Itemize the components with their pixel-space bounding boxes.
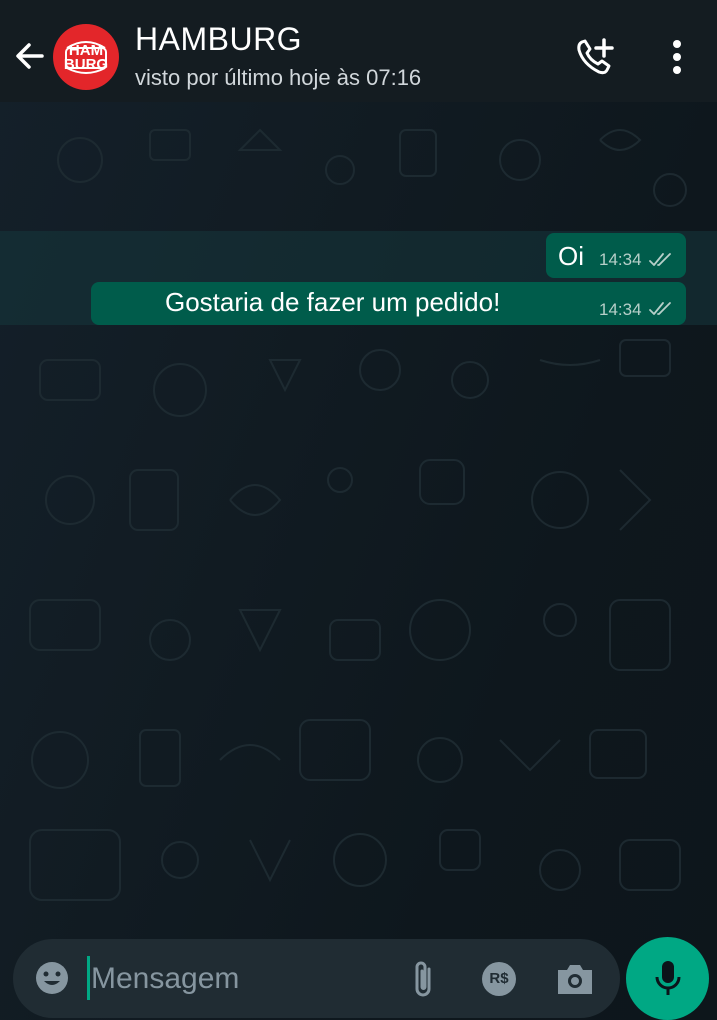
chat-header: HAM BURG HAMBURG visto por último hoje à… <box>0 0 717 102</box>
message-composer: R$ <box>13 939 620 1018</box>
smiley-icon <box>36 962 68 994</box>
emoji-button[interactable] <box>33 959 71 997</box>
chat-title[interactable]: HAMBURG <box>135 20 302 58</box>
message-time: 14:34 <box>599 250 642 269</box>
paperclip-icon <box>415 961 431 997</box>
back-button[interactable] <box>10 36 50 76</box>
avatar[interactable]: HAM BURG <box>53 24 119 90</box>
message-time: 14:34 <box>599 300 642 319</box>
message-bubble-outgoing[interactable]: Gostaria de fazer um pedido! 14:34 <box>91 282 686 325</box>
hamburg-logo: HAM BURG <box>61 34 111 80</box>
payment-button[interactable]: R$ <box>479 959 519 999</box>
message-bubble-outgoing[interactable]: Oi 14:34 <box>546 233 686 278</box>
arrow-left-icon <box>16 43 44 69</box>
more-vert-icon <box>673 40 681 74</box>
chat-wallpaper <box>0 0 717 1020</box>
logo-text-bottom: BURG <box>63 56 109 73</box>
microphone-icon <box>655 961 681 995</box>
payment-icon-label: R$ <box>489 970 509 987</box>
double-check-icon <box>649 253 671 266</box>
camera-button[interactable] <box>554 960 596 998</box>
double-check-icon <box>649 302 671 315</box>
phone-plus-icon <box>577 38 614 75</box>
more-options-button[interactable] <box>660 36 694 80</box>
attach-button[interactable] <box>409 957 437 1001</box>
voice-message-button[interactable] <box>626 937 709 1020</box>
message-text: Gostaria de fazer um pedido! <box>165 287 501 317</box>
message-input[interactable] <box>89 953 393 1005</box>
camera-icon <box>558 965 592 994</box>
add-call-button[interactable] <box>572 34 622 80</box>
message-text: Oi <box>558 241 584 271</box>
last-seen-status: visto por último hoje às 07:16 <box>135 65 422 90</box>
